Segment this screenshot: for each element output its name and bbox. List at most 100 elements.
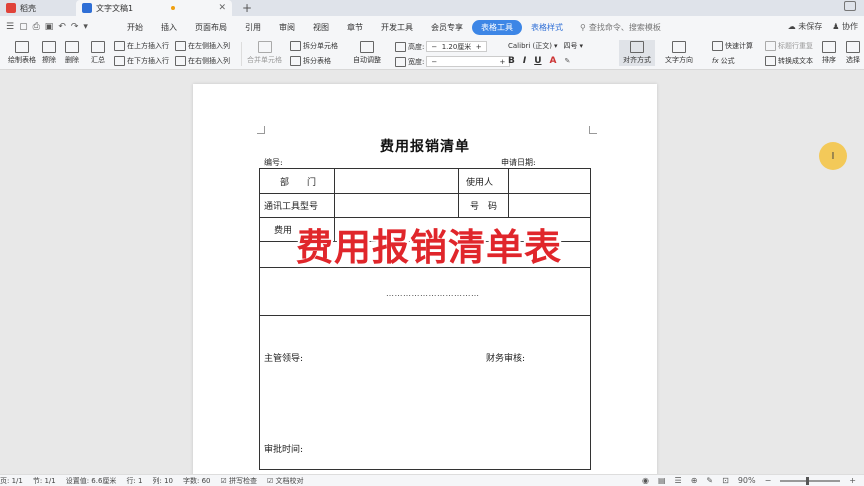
tab-table-tools[interactable]: 表格工具	[472, 19, 522, 35]
zoom-fit-icon[interactable]: ⊡	[722, 476, 729, 485]
align-icon	[630, 41, 644, 53]
unsaved-status[interactable]: ☁ 未保存	[788, 21, 823, 32]
table-col-border	[334, 169, 335, 217]
formula-icon: fx	[712, 57, 719, 65]
eye-icon[interactable]: ◉	[642, 476, 649, 485]
sort-label: 排序	[822, 56, 836, 64]
preview-icon[interactable]: ▣	[45, 22, 54, 32]
placeholder-dots: ……………………………	[386, 289, 480, 298]
auto-fit-button[interactable]: 自动调整	[353, 41, 381, 65]
font-format-group: B I U A ✎	[508, 56, 570, 66]
zoom-in-icon[interactable]: +	[849, 476, 856, 485]
draw-table-button[interactable]: 绘制表格	[8, 41, 36, 65]
open-icon[interactable]: ▢	[19, 22, 28, 32]
insert-above-button[interactable]: 在上方插入行	[114, 41, 169, 51]
quick-calc-button[interactable]: 快速计算	[712, 41, 753, 51]
wps-logo-icon	[6, 3, 16, 13]
zoom-slider[interactable]	[780, 476, 841, 485]
tab-home[interactable]: 稻壳	[0, 0, 72, 16]
tab-review[interactable]: 审阅	[270, 22, 304, 33]
col-width-icon	[395, 56, 406, 67]
select-button[interactable]: 选择	[846, 41, 860, 65]
draw-table-icon	[15, 41, 29, 53]
text-direction-button[interactable]: 文字方向	[665, 41, 693, 65]
status-section[interactable]: 节: 1/1	[33, 476, 56, 486]
expense-table[interactable]: 部 门 使用人 通讯工具型号 号 码 费用 …………………………… 主管领导: …	[259, 168, 591, 470]
proofread-button[interactable]: ☑ 文档校对	[267, 476, 304, 486]
tab-page-layout[interactable]: 页面布局	[186, 22, 236, 33]
menu-icon[interactable]: ☰	[6, 22, 14, 32]
write-mode-icon[interactable]: ✎	[706, 476, 713, 485]
align-button[interactable]: 对齐方式	[619, 40, 655, 66]
layout-icon[interactable]	[844, 1, 856, 11]
eraser-icon	[42, 41, 56, 53]
document-page[interactable]: 费用报销清单 编号: 申请日期: 部 门 使用人 通讯工具型号 号 码 费用 ……	[193, 84, 657, 486]
delete-button[interactable]: 删除	[65, 41, 79, 65]
window-controls	[844, 1, 856, 15]
phone-number-label: 号 码	[470, 202, 498, 212]
underline-icon[interactable]: U	[534, 56, 541, 66]
quick-calc-label: 快速计算	[725, 42, 753, 50]
insert-right-button[interactable]: 在右侧插入列	[175, 56, 230, 66]
insert-below-button[interactable]: 在下方插入行	[114, 56, 169, 66]
tab-member[interactable]: 会员专享	[422, 22, 472, 33]
web-view-icon[interactable]: ⊕	[691, 476, 698, 485]
eraser-button[interactable]: 擦除	[42, 41, 56, 65]
insert-col-right-icon	[175, 56, 186, 66]
repeat-header-icon	[765, 41, 776, 51]
more-icon[interactable]: ▾	[83, 22, 88, 32]
tab-table-style[interactable]: 表格样式	[522, 22, 572, 33]
tab-insert[interactable]: 插入	[152, 22, 186, 33]
redo-icon[interactable]: ↷	[71, 22, 79, 32]
print-icon[interactable]: ⎙	[33, 22, 40, 32]
spell-check-label: 拼写检查	[229, 476, 257, 485]
tab-chapter[interactable]: 章节	[338, 22, 372, 33]
close-tab-icon[interactable]: ✕	[218, 3, 226, 13]
unsaved-label: 未保存	[798, 22, 823, 31]
tab-reference[interactable]: 引用	[236, 22, 270, 33]
formula-button[interactable]: fx 公式	[712, 56, 735, 66]
tab-developer[interactable]: 开发工具	[372, 22, 422, 33]
delete-icon	[65, 41, 79, 53]
repeat-header-button[interactable]: 标题行重复	[765, 41, 813, 51]
undo-icon[interactable]: ↶	[58, 22, 66, 32]
split-table-label: 拆分表格	[303, 57, 331, 65]
split-cells-button[interactable]: 拆分单元格	[290, 41, 338, 51]
table-col-border	[458, 169, 459, 217]
insert-col-left-icon	[175, 41, 186, 51]
bold-icon[interactable]: B	[508, 56, 515, 66]
font-color-icon[interactable]: A	[550, 56, 557, 66]
convert-text-icon	[765, 56, 776, 66]
spell-check-button[interactable]: ☑ 拼写检查	[220, 476, 257, 486]
split-table-button[interactable]: 拆分表格	[290, 56, 331, 66]
status-words[interactable]: 字数: 60	[183, 476, 211, 486]
zoom-out-icon[interactable]: −	[765, 476, 772, 485]
col-width-input[interactable]: − +	[426, 56, 511, 67]
convert-text-button[interactable]: 转换成文本	[765, 56, 813, 66]
new-tab-button[interactable]: +	[242, 0, 252, 16]
italic-icon[interactable]: I	[523, 56, 526, 66]
zoom-level[interactable]: 90%	[738, 476, 756, 485]
tab-start[interactable]: 开始	[118, 22, 152, 33]
page-view-icon[interactable]: ▤	[658, 476, 666, 485]
summary-button[interactable]: 汇总	[91, 41, 105, 65]
outline-view-icon[interactable]: ☰	[675, 476, 682, 485]
tab-home-label: 稻壳	[20, 3, 36, 13]
text-direction-icon	[672, 41, 686, 53]
insert-left-button[interactable]: 在左侧插入列	[175, 41, 230, 51]
highlight-icon[interactable]: ✎	[565, 57, 571, 65]
status-page[interactable]: 页: 1/1	[0, 476, 23, 486]
tab-document[interactable]: 文字文稿1 ✕	[76, 0, 232, 16]
delete-label: 删除	[65, 56, 79, 64]
merge-cells-button[interactable]: 合并单元格	[247, 41, 282, 65]
command-search[interactable]: ⚲ 查找命令、搜索模板	[580, 22, 661, 33]
sort-button[interactable]: 排序	[822, 41, 836, 65]
insert-left-label: 在左侧插入列	[188, 42, 230, 50]
tab-view[interactable]: 视图	[304, 22, 338, 33]
font-name-select[interactable]: Calibri (正文) ▾ 四号 ▾	[508, 41, 583, 51]
manager-label: 主管领导:	[264, 354, 304, 364]
status-setting[interactable]: 设置值: 6.6厘米	[66, 476, 117, 486]
approve-time-label: 审批时间:	[264, 445, 304, 455]
collab-button[interactable]: ♟ 协作	[832, 21, 858, 32]
row-height-input[interactable]: − 1.20厘米 +	[426, 41, 487, 52]
